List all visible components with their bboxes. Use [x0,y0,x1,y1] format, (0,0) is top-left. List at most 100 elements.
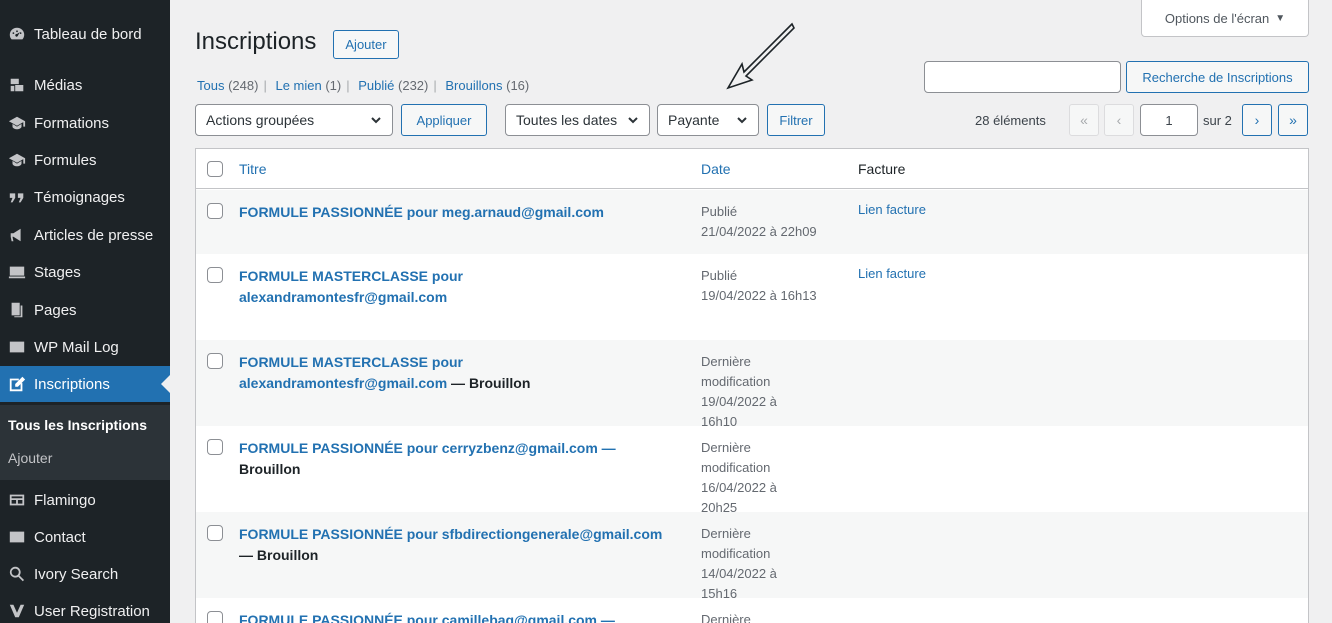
row-title-link[interactable]: FORMULE PASSIONNÉE pour camillebag@gmail… [239,610,689,623]
total-pages: sur 2 [1203,113,1232,128]
row-title-link[interactable]: FORMULE PASSIONNÉE pour cerryzbenz@gmail… [239,438,689,480]
next-page-button[interactable]: › [1242,104,1272,136]
submenu-add[interactable]: Ajouter [8,450,52,466]
select-all-checkbox[interactable] [207,161,223,177]
graduation-cap-icon [0,114,34,132]
sidebar-item-label: Flamingo [34,491,96,509]
search-button[interactable]: Recherche de Inscriptions [1126,61,1309,93]
filter-published-label: Publié [358,78,395,93]
admin-sidebar: Tableau de bord Médias Formations Formul… [0,0,170,623]
sidebar-item-label: Contact [34,528,86,546]
row-date: Publié 21/04/2022 à 22h09 [701,202,851,242]
filter-mine-label: Le mien [275,78,322,93]
sidebar-item-media[interactable]: Médias [0,67,170,103]
row-date-value: 21/04/2022 à 22h09 [701,224,817,239]
row-date: Dernière [701,610,851,623]
sidebar-item-label: Témoignages [34,188,125,206]
type-filter-value: Payante [668,112,720,128]
row-checkbox[interactable] [207,439,223,455]
submenu-all-inscriptions[interactable]: Tous les Inscriptions [8,417,147,433]
bulk-actions-value: Actions groupées [206,112,315,128]
row-date-value: 19/04/2022 à 16h13 [701,288,817,303]
row-title-text: FORMULE MASTERCLASSE pour alexandramonte… [239,354,463,391]
last-page-button[interactable]: » [1278,104,1308,136]
chevron-down-icon [628,117,638,124]
sidebar-item-flamingo[interactable]: Flamingo [0,482,170,518]
row-date-status: Dernière [701,612,751,623]
items-count: 28 éléments [975,113,1046,128]
sidebar-item-dashboard[interactable]: Tableau de bord [0,16,170,52]
filter-drafts-link[interactable]: Brouillons [445,78,502,93]
sidebar-item-formules[interactable]: Formules [0,142,170,178]
screen-options-button[interactable]: Options de l'écran ▼ [1141,0,1309,37]
sidebar-item-inscriptions[interactable]: Inscriptions [0,366,170,402]
user-registration-icon [0,602,34,620]
sidebar-item-label: Articles de presse [34,226,154,244]
table-row: FORMULE PASSIONNÉE pour sfbdirectiongene… [196,512,1308,601]
row-checkbox[interactable] [207,203,223,219]
row-state: — Brouillon [447,375,531,391]
first-page-button[interactable]: « [1069,104,1099,136]
sidebar-item-label: Tableau de bord [34,25,142,43]
row-checkbox[interactable] [207,267,223,283]
filter-published-count: (232) [398,78,429,93]
sidebar-item-pages[interactable]: Pages [0,292,170,328]
filter-mine-link[interactable]: Le mien [275,78,321,93]
mail-icon [0,338,34,356]
row-date-status: Publié [701,268,738,283]
row-state: Brouillon [239,461,301,477]
sidebar-item-user-registration[interactable]: User Registration [0,593,170,623]
invoice-link[interactable]: Lien facture [858,202,926,217]
invoice-link[interactable]: Lien facture [858,266,926,281]
sidebar-item-label: WP Mail Log [34,338,119,356]
sidebar-item-wp-mail-log[interactable]: WP Mail Log [0,329,170,365]
search-input[interactable] [924,61,1121,93]
apply-button[interactable]: Appliquer [401,104,487,136]
row-date-status: Dernière modification [701,526,771,561]
sidebar-item-stages[interactable]: Stages [0,254,170,290]
row-state: — Brouillon [239,547,319,563]
row-title-link[interactable]: FORMULE PASSIONNÉE pour meg.arnaud@gmail… [239,202,689,223]
date-filter-select[interactable]: Toutes les dates [505,104,650,136]
bulk-actions-select[interactable]: Actions groupées [195,104,393,136]
row-title-link[interactable]: FORMULE PASSIONNÉE pour sfbdirectiongene… [239,524,689,566]
pages-icon [0,301,34,319]
row-checkbox[interactable] [207,525,223,541]
stages-icon [0,263,34,281]
prev-page-button[interactable]: ‹ [1104,104,1134,136]
row-date: Dernière modification 19/04/2022 à 16h10 [701,352,791,432]
row-title-text: FORMULE PASSIONNÉE pour sfbdirectiongene… [239,526,663,542]
megaphone-icon [0,226,34,244]
row-checkbox[interactable] [207,611,223,623]
row-date-status: Publié [701,204,738,219]
row-title-text: FORMULE PASSIONNÉE pour camillebag@gmail… [239,612,615,623]
row-title-link[interactable]: FORMULE MASTERCLASSE pour alexandramonte… [239,266,499,308]
column-title[interactable]: Titre [239,161,266,177]
filter-drafts-count: (16) [506,78,530,93]
graduation-cap-icon [0,151,34,169]
sidebar-item-temoignages[interactable]: Témoignages [0,179,170,215]
row-title-text: FORMULE MASTERCLASSE pour alexandramonte… [239,268,463,305]
row-checkbox[interactable] [207,353,223,369]
table-row: FORMULE MASTERCLASSE pour alexandramonte… [196,340,1308,429]
sidebar-item-contact[interactable]: Contact [0,519,170,555]
type-filter-select[interactable]: Payante [657,104,759,136]
current-page-input[interactable]: 1 [1140,104,1198,136]
sidebar-item-articles-presse[interactable]: Articles de presse [0,217,170,253]
sidebar-item-label: Pages [34,301,77,319]
row-title-link[interactable]: FORMULE MASTERCLASSE pour alexandramonte… [239,352,569,394]
filter-published-link[interactable]: Publié [358,78,394,93]
row-date: Dernière modification 16/04/2022 à 20h25 [701,438,791,518]
sidebar-item-ivory-search[interactable]: Ivory Search [0,556,170,592]
sidebar-item-label: Formations [34,114,110,132]
add-new-button[interactable]: Ajouter [333,30,399,59]
filter-button[interactable]: Filtrer [767,104,825,136]
sidebar-item-formations[interactable]: Formations [0,105,170,141]
sidebar-item-label: Ivory Search [34,565,119,583]
table-header: Titre Date Facture [196,149,1308,189]
screen-options-label: Options de l'écran [1164,10,1270,26]
column-date[interactable]: Date [701,161,731,177]
quote-icon [0,188,34,206]
posts-table: Titre Date Facture FORMULE PASSIONNÉE po… [195,148,1309,623]
filter-all-link[interactable]: Tous [197,78,224,93]
